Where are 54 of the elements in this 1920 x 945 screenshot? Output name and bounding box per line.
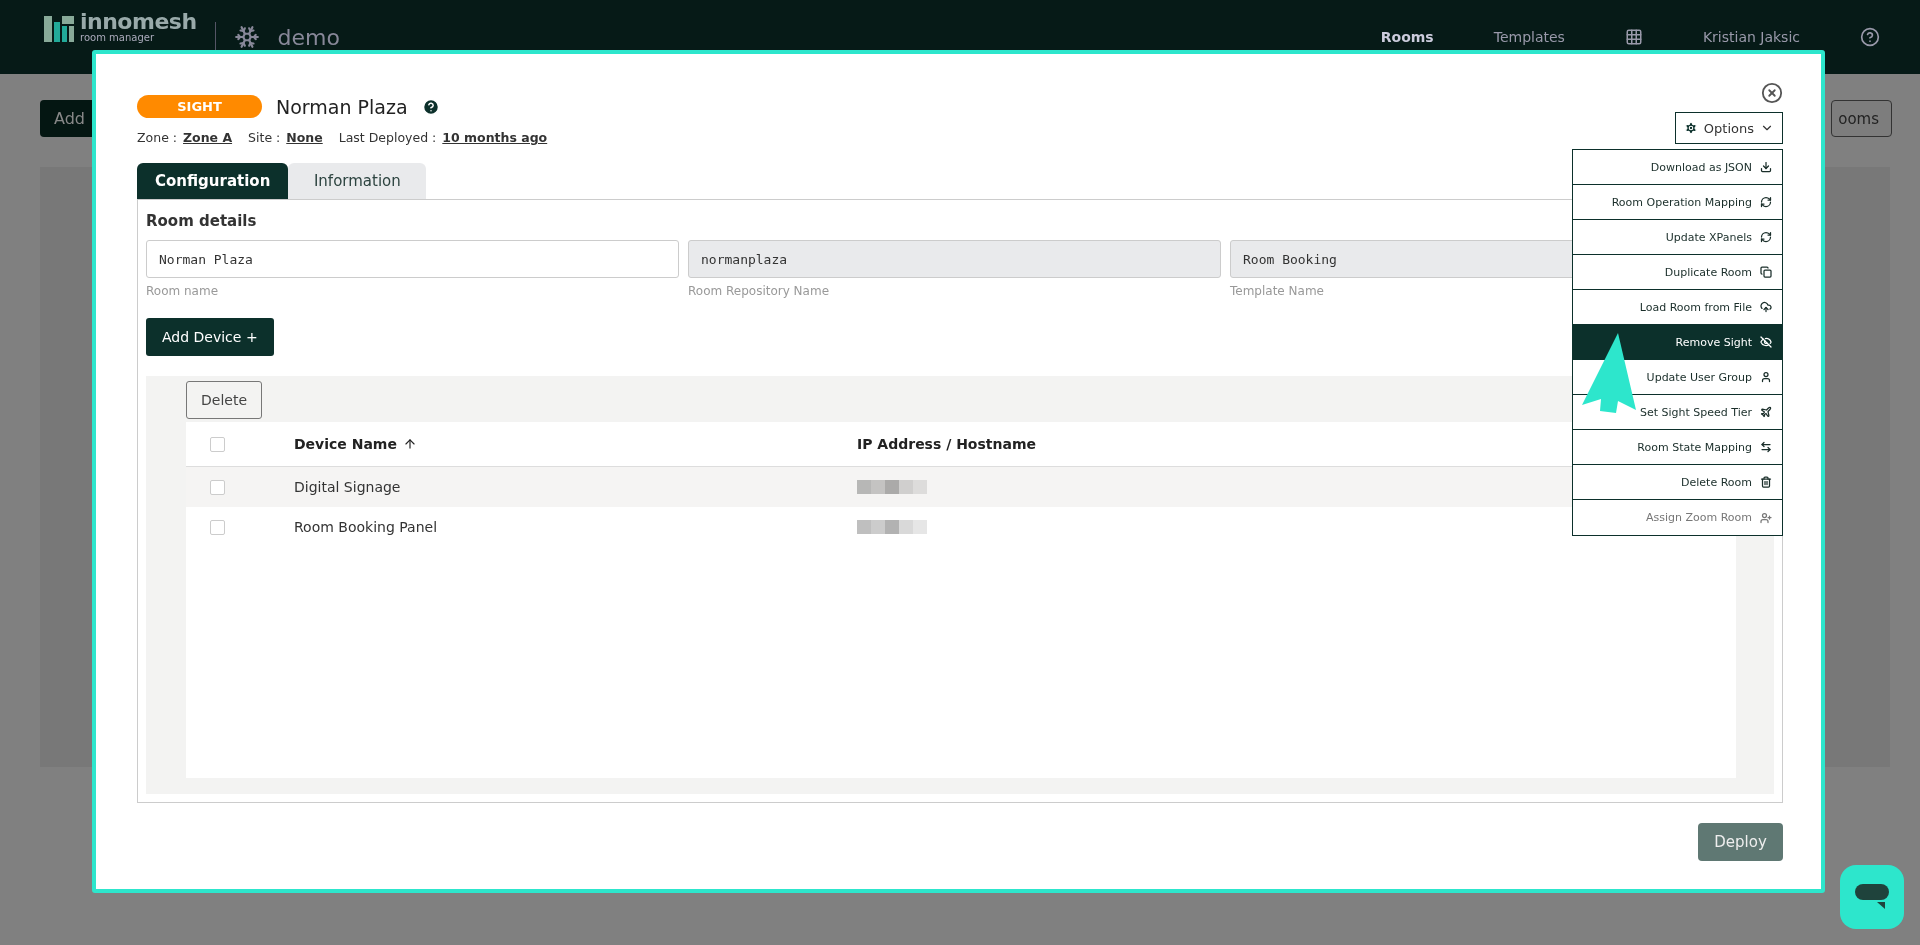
speech-bubble-icon: [1855, 884, 1889, 910]
swap-arrows-icon: [1760, 441, 1772, 453]
tenant-name: demo: [277, 24, 340, 50]
tab[interactable]: Configuration: [137, 163, 289, 199]
plane-icon: [1760, 406, 1772, 418]
nav-link[interactable]: Rooms: [1380, 29, 1434, 45]
grid-icon[interactable]: [1624, 28, 1643, 46]
nav-link[interactable]: Templates: [1493, 29, 1565, 45]
logo-subtext: room manager: [80, 33, 155, 44]
blurred-address-drawing: [857, 520, 927, 534]
sort-icon: [402, 437, 417, 451]
field-label: Template Name: [1230, 284, 1325, 298]
checkbox[interactable]: [210, 519, 225, 535]
download-icon: [1760, 161, 1772, 173]
meta-link[interactable]: None: [286, 130, 323, 145]
tab[interactable]: Information: [288, 163, 427, 199]
snowflake-icon: [233, 24, 260, 50]
user-icon: [1760, 371, 1772, 383]
column-header[interactable]: Device Name: [294, 436, 857, 452]
table-cell-text: Digital Signage: [294, 479, 402, 495]
table-cell-text: Room Booking Panel: [294, 519, 439, 535]
add-device-button[interactable]: Add Device +: [146, 318, 274, 356]
meta-link[interactable]: Zone A: [183, 130, 233, 145]
checkbox[interactable]: [210, 479, 225, 495]
field-label: Room Repository Name: [688, 284, 830, 298]
meta-link[interactable]: 10 months ago: [442, 130, 548, 145]
gear-icon: [1683, 121, 1698, 135]
rooms-button[interactable]: ooms: [1831, 100, 1892, 137]
section-title: Room details: [146, 212, 258, 230]
help-icon[interactable]: [1860, 27, 1880, 47]
chat-button[interactable]: [1840, 865, 1904, 929]
menu-item[interactable]: Remove Sight: [1573, 325, 1782, 360]
close-icon[interactable]: [1761, 82, 1783, 104]
add-user-icon: [1760, 511, 1772, 524]
options-button[interactable]: Options: [1674, 112, 1783, 144]
meta-label: Last Deployed :: [338, 130, 437, 145]
user-menu[interactable]: Kristian Jaksic: [1702, 29, 1800, 45]
meta-label: Site :: [248, 130, 281, 145]
room-title: Norman Plaza: [276, 95, 408, 118]
field-label: Room name: [146, 284, 220, 298]
deploy-button[interactable]: Deploy: [1698, 823, 1783, 861]
meta-label: Zone :: [137, 130, 177, 145]
refresh-icon: [1760, 231, 1772, 243]
blurred-address-drawing: [857, 480, 927, 494]
text-field[interactable]: Norman Plaza: [146, 240, 679, 278]
crossed-eye-icon: [1760, 336, 1772, 348]
logo-text: innomesh: [80, 10, 197, 34]
cloud-upload-icon: [1760, 301, 1772, 313]
delete-button[interactable]: Delete: [186, 381, 262, 419]
copy-icon: [1760, 266, 1772, 278]
sight-badge: SIGHT: [137, 95, 262, 118]
trash-icon: [1760, 476, 1772, 488]
refresh-icon: [1760, 196, 1772, 208]
checkbox[interactable]: [210, 436, 225, 452]
